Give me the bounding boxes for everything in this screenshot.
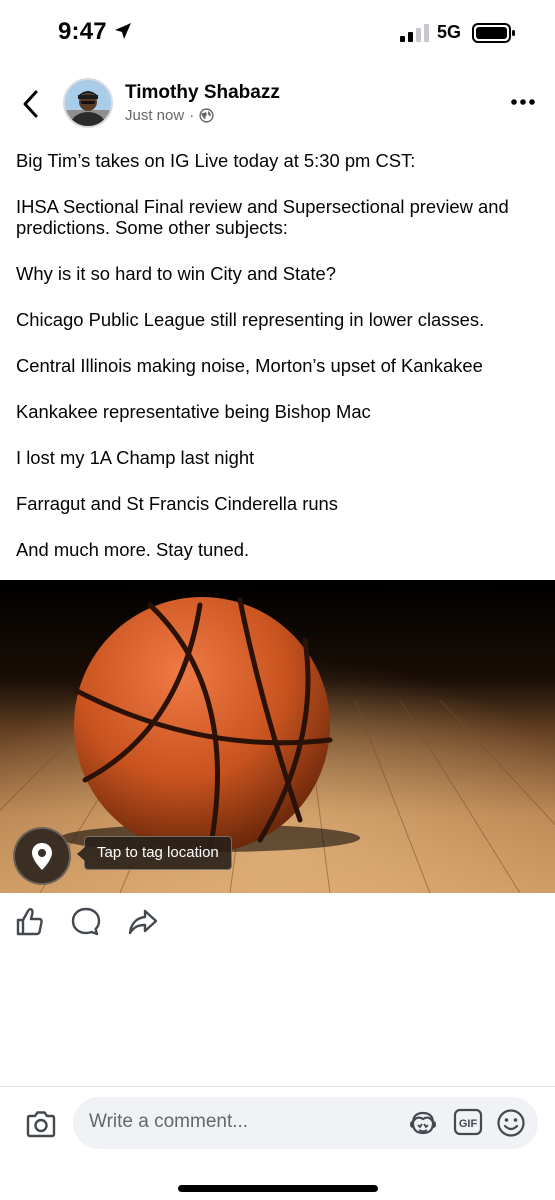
network-type: 5G: [437, 22, 462, 42]
emoji-icon[interactable]: [495, 1107, 527, 1139]
post-actions: [0, 903, 555, 943]
avatar-photo: [65, 80, 111, 126]
post-paragraph: Central Illinois making noise, Morton’s …: [16, 355, 483, 376]
share-icon[interactable]: [127, 903, 159, 939]
post-paragraph: IHSA Sectional Final review and Supersec…: [16, 196, 509, 238]
post-meta: Just now ·: [125, 107, 214, 124]
camera-icon[interactable]: [24, 1107, 58, 1141]
post-paragraph: Kankakee representative being Bishop Mac: [16, 401, 371, 422]
cell-signal-icon: [400, 24, 429, 42]
post-paragraph: Farragut and St Francis Cinderella runs: [16, 493, 338, 514]
post-paragraph: Why is it so hard to win City and State?: [16, 263, 336, 284]
post-paragraph: Chicago Public League still representing…: [16, 309, 485, 330]
gif-icon[interactable]: GIF: [453, 1107, 483, 1137]
post-timestamp[interactable]: Just now: [125, 107, 184, 124]
post-paragraph: Big Tim’s takes on IG Live today at 5:30…: [16, 150, 416, 171]
map-pin-icon: [32, 843, 52, 870]
post-paragraph: I lost my 1A Champ last night: [16, 447, 255, 468]
comment-input[interactable]: Write a comment... GIF: [73, 1097, 538, 1149]
tag-location-tooltip[interactable]: Tap to tag location: [77, 836, 232, 870]
avatar-sticker-icon[interactable]: [407, 1107, 439, 1139]
author-name[interactable]: Timothy Shabazz: [125, 82, 280, 104]
back-button[interactable]: [14, 84, 48, 124]
comment-placeholder: Write a comment...: [89, 1111, 249, 1132]
meta-separator: ·: [189, 107, 195, 124]
battery-icon: [472, 23, 515, 43]
more-options-icon[interactable]: [508, 92, 538, 112]
like-icon[interactable]: [14, 903, 46, 939]
status-bar: 9:47 5G: [0, 0, 555, 62]
gif-icon-frame: GIF: [453, 1108, 483, 1136]
post-photo[interactable]: Tap to tag location: [0, 580, 555, 893]
post-body: Big Tim’s takes on IG Live today at 5:30…: [16, 150, 536, 585]
author-avatar[interactable]: [63, 78, 113, 128]
globe-icon[interactable]: [199, 108, 214, 123]
home-indicator[interactable]: [178, 1185, 378, 1192]
post-paragraph: And much more. Stay tuned.: [16, 539, 250, 560]
comment-icon[interactable]: [70, 903, 102, 939]
tag-location-button[interactable]: [13, 827, 71, 885]
status-time: 9:47: [58, 18, 107, 45]
post-header: Timothy Shabazz Just now ·: [0, 70, 555, 136]
gif-label: GIF: [459, 1118, 478, 1130]
location-arrow-icon: [115, 23, 131, 39]
comment-bar: Write a comment... GIF: [0, 1086, 555, 1200]
